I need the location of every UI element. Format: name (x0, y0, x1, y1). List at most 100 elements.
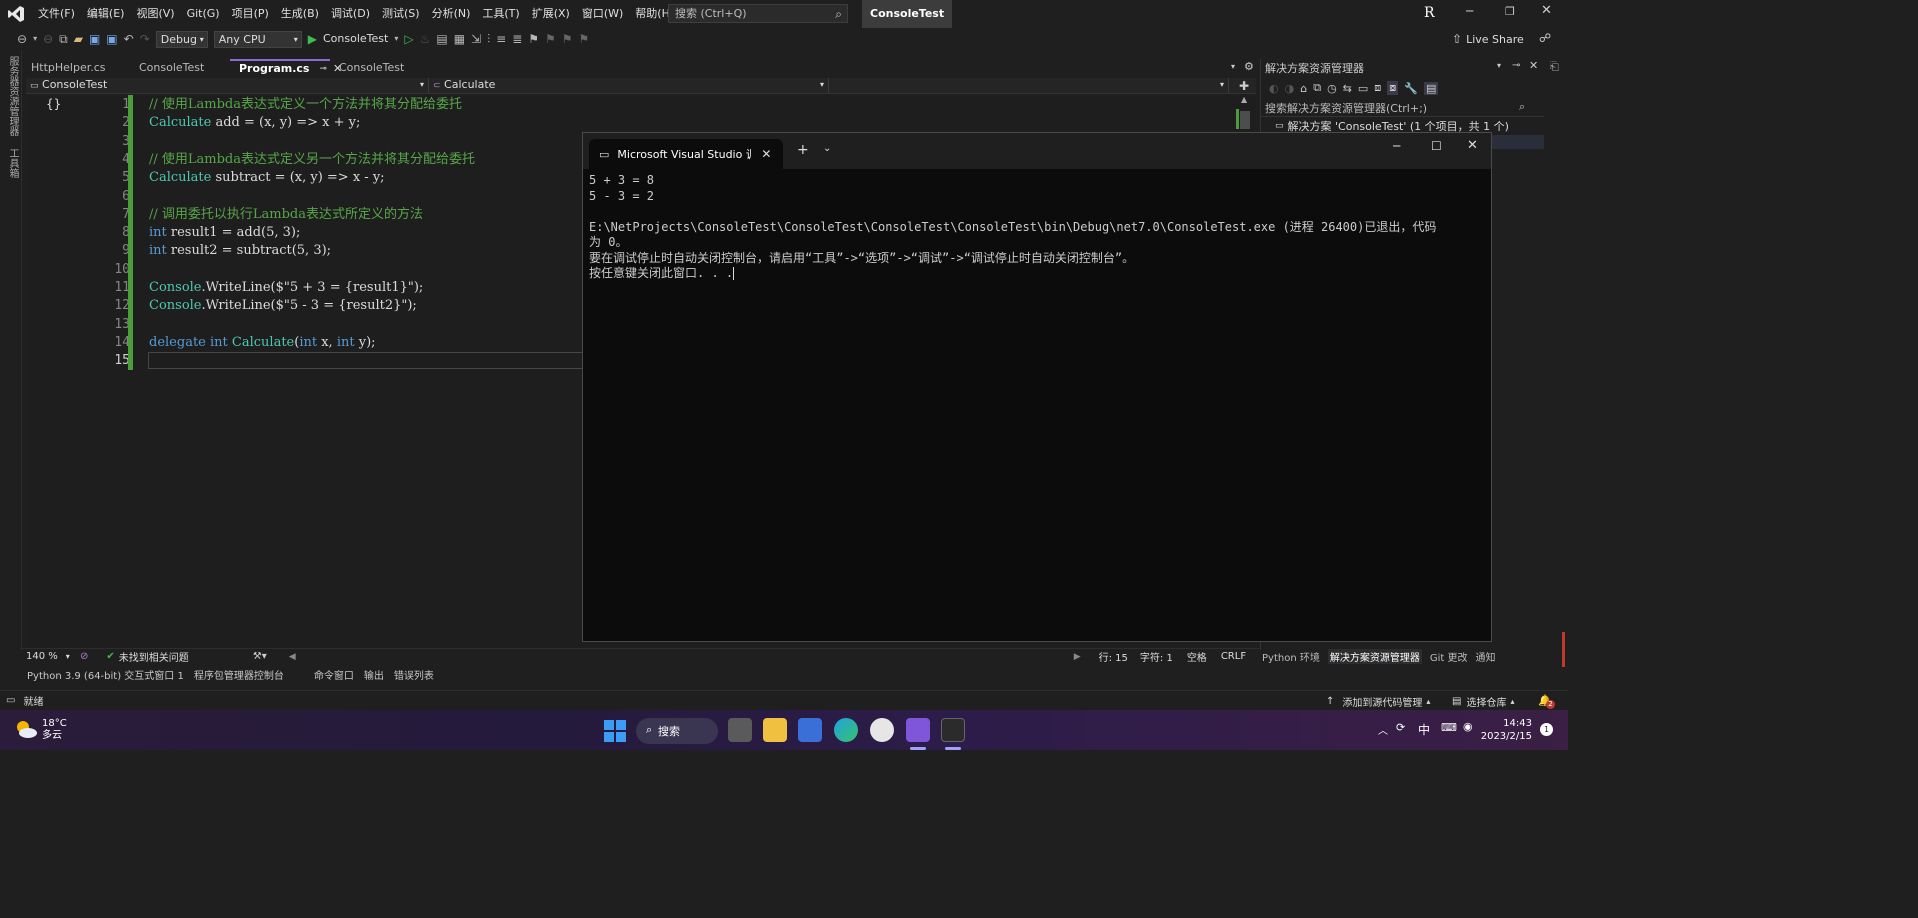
chevron-down-icon[interactable]: ⌄ (823, 143, 831, 154)
forward-icon[interactable]: ◑ (1285, 82, 1295, 95)
weather-icon[interactable] (14, 718, 38, 740)
code-line[interactable]: // 使用Lambda表达式定义另一个方法并将其分配给委托 (149, 151, 475, 169)
console-tab[interactable]: ▭ Microsoft Visual Studio 调试控 ✕ (589, 139, 783, 169)
close-button[interactable]: ✕ (1467, 138, 1478, 153)
toolbox-tab[interactable]: 工具箱 (5, 142, 20, 184)
home-icon[interactable]: ⌂ (1300, 82, 1307, 95)
pending-changes-icon[interactable]: ◷ (1327, 82, 1337, 95)
notifications-icon[interactable]: 🔔 2 (1538, 694, 1555, 709)
scope-dropdown[interactable]: ▾ (829, 78, 1229, 93)
debug-console-window[interactable]: ▭ Microsoft Visual Studio 调试控 ✕ + ⌄ ─ ☐ … (582, 132, 1492, 642)
menu-item[interactable]: 编辑(E) (81, 0, 131, 28)
open-icon[interactable]: ▰ (71, 28, 86, 50)
settings-icon[interactable]: ⚙ (1244, 60, 1254, 73)
code-line[interactable]: Calculate add = (x, y) => x + y; (149, 114, 360, 132)
scroll-thumb[interactable] (1240, 111, 1250, 129)
tab-httphelper[interactable]: HttpHelper.cs (22, 59, 130, 77)
network-icon[interactable]: ◉ (1463, 720, 1473, 733)
weather-widget[interactable]: 18°C 多云 (42, 718, 67, 742)
forward-icon[interactable]: ⊖ (40, 28, 56, 50)
bookmark-clear-icon[interactable]: ⚑ (576, 28, 593, 50)
show-all-icon[interactable]: ⧈ (1374, 81, 1381, 95)
tab-output[interactable]: 输出 (359, 667, 389, 686)
pin-icon[interactable]: ⊸ (1512, 60, 1520, 71)
ime-indicator[interactable]: 中 (1418, 721, 1430, 738)
tab-python-interactive[interactable]: Python 3.9 (64-bit) 交互式窗口 1 (22, 667, 189, 686)
switch-views-icon[interactable]: ⧉ (1313, 81, 1321, 95)
terminal-icon[interactable] (941, 718, 965, 742)
menu-item[interactable]: 文件(F) (32, 0, 81, 28)
scroll-left-icon[interactable]: ◀ (289, 652, 296, 662)
properties-icon[interactable]: 🔧 (1404, 82, 1418, 95)
dropdown-icon[interactable]: ▾ (30, 28, 40, 50)
split-icon[interactable]: ✚ (1239, 79, 1249, 93)
account-avatar[interactable]: R (1424, 5, 1440, 23)
file-explorer-icon[interactable]: ▤ (433, 28, 450, 50)
minimize-button[interactable]: ─ (1466, 4, 1473, 18)
minimize-button[interactable]: ─ (1393, 139, 1400, 153)
new-project-icon[interactable]: ⧉ (56, 28, 71, 50)
task-view-icon[interactable] (728, 718, 752, 742)
code-line[interactable]: int result2 = subtract(5, 3); (149, 242, 331, 260)
visual-studio-icon[interactable] (906, 718, 930, 742)
bookmark-prev-icon[interactable]: ⚑ (542, 28, 559, 50)
cleanup-icon[interactable]: ⚒▾ (253, 651, 267, 662)
solution-search-input[interactable]: 搜索解决方案资源管理器(Ctrl+;) ⌕ (1261, 99, 1560, 117)
menu-item[interactable]: 工具(T) (476, 0, 525, 28)
code-line[interactable]: delegate int Calculate(int x, int y); (149, 334, 376, 352)
zoom-select[interactable]: 140 % ▾ (26, 651, 78, 662)
tab-command-window[interactable]: 命令窗口 (309, 667, 359, 686)
uncomment-icon[interactable]: ≣ (509, 28, 525, 50)
new-tab-icon[interactable]: + (797, 142, 809, 158)
taskbar-search[interactable]: ⌕ 搜索 (636, 718, 718, 744)
redo-icon[interactable]: ↷ (137, 28, 153, 50)
member-dropdown[interactable]: ⊂ Calculate ▾ (429, 78, 829, 93)
issues-status[interactable]: 未找到相关问题 (119, 649, 189, 664)
code-line[interactable]: Calculate subtract = (x, y) => x - y; (149, 169, 385, 187)
spaces-indicator[interactable]: 空格 (1187, 649, 1207, 664)
align-icon[interactable]: ⫶ (484, 28, 493, 50)
tab-list-dropdown-icon[interactable]: ▾ (1231, 62, 1235, 71)
clock[interactable]: 14:43 2023/2/15 (1481, 717, 1532, 743)
line-indicator[interactable]: 行: 15 (1099, 649, 1128, 664)
scroll-up-icon[interactable]: ▲ (1241, 95, 1247, 104)
close-icon[interactable]: ✕ (1529, 59, 1538, 72)
file-explorer-icon[interactable] (763, 718, 787, 742)
search-input[interactable]: 搜索 (Ctrl+Q) ⌕ (668, 4, 848, 23)
char-indicator[interactable]: 字符: 1 (1140, 649, 1173, 664)
chevron-down-icon[interactable]: ▾ (391, 28, 401, 50)
hot-reload-icon[interactable]: ♨ (417, 28, 434, 50)
tab-package-manager[interactable]: 程序包管理器控制台 (189, 667, 289, 686)
scroll-right-icon[interactable]: ▶ (1074, 652, 1081, 662)
menu-item[interactable]: 视图(V) (130, 0, 180, 28)
chat-icon[interactable] (870, 718, 894, 742)
tab-consoletest-2[interactable]: ConsoleTest (330, 59, 430, 77)
collapse-icon[interactable]: ▭ (1358, 82, 1368, 95)
restore-button[interactable]: ❐ (1505, 5, 1515, 18)
menu-item[interactable]: 分析(N) (426, 0, 477, 28)
store-icon[interactable] (798, 718, 822, 742)
tab-error-list[interactable]: 错误列表 (389, 667, 439, 686)
step-icon[interactable]: ⇲ (468, 28, 484, 50)
properties-icon[interactable]: ⎗ (1550, 60, 1559, 74)
start-icon[interactable] (604, 720, 626, 742)
horizontal-scrollbar[interactable] (304, 652, 1074, 662)
code-line[interactable]: // 调用委托以执行Lambda表达式所定义的方法 (149, 206, 423, 224)
keyboard-icon[interactable]: ⌨ (1441, 721, 1457, 734)
tab-consoletest[interactable]: ConsoleTest (130, 59, 230, 77)
sync-icon[interactable]: ⟳ (1396, 721, 1405, 734)
menu-item[interactable]: 项目(P) (226, 0, 275, 28)
chevron-down-icon[interactable]: ▾ (1497, 61, 1501, 70)
code-line[interactable]: Console.WriteLine($"5 + 3 = {result1}"); (149, 279, 423, 297)
tab-solution-explorer[interactable]: 解决方案资源管理器 (1327, 648, 1422, 664)
menu-item[interactable]: 调试(D) (325, 0, 376, 28)
save-all-icon[interactable]: ▣ (103, 28, 120, 50)
maximize-button[interactable]: ☐ (1431, 139, 1442, 153)
feedback-icon[interactable]: ☍ (1539, 31, 1551, 45)
filter-icon[interactable]: ▤ (1424, 81, 1439, 95)
tab-program-cs[interactable]: Program.cs ⊸ ✕ (230, 59, 342, 77)
code-line[interactable]: int result1 = add(5, 3); (149, 224, 300, 242)
menu-item[interactable]: 窗口(W) (576, 0, 629, 28)
close-button[interactable]: ✕ (1541, 3, 1552, 18)
menu-item[interactable]: 测试(S) (376, 0, 426, 28)
